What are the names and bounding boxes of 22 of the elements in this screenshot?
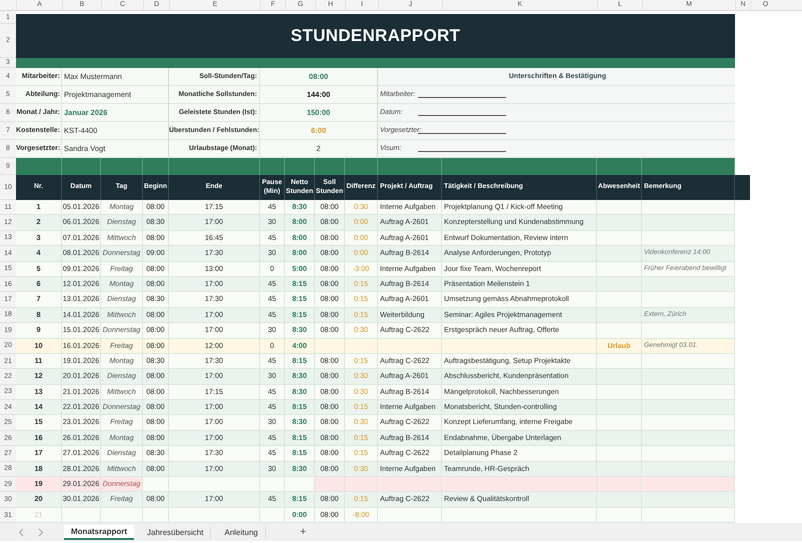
band-cell	[260, 158, 285, 175]
chevron-left-icon[interactable]	[18, 528, 24, 537]
band-cell	[378, 158, 442, 175]
band-cell	[143, 158, 169, 175]
signature-line[interactable]	[418, 97, 506, 98]
sheet-tab[interactable]: Monatsrapport	[64, 524, 134, 540]
band-cell	[16, 158, 62, 175]
sheet-tab[interactable]: Anleitung	[217, 526, 266, 539]
band-cell	[345, 158, 378, 175]
signature-line[interactable]	[418, 151, 506, 152]
signature-line[interactable]	[418, 133, 506, 134]
band-cell	[62, 158, 101, 175]
sheet-tab[interactable]: Jahresübersicht	[140, 526, 212, 539]
band-cell	[101, 158, 143, 175]
band-cell	[315, 158, 345, 175]
signature-line[interactable]	[418, 115, 506, 116]
band-cell	[597, 158, 642, 175]
band-cell	[285, 158, 315, 175]
chevron-right-icon[interactable]	[38, 528, 44, 537]
add-sheet-button[interactable]: +	[300, 526, 306, 538]
header-cell	[735, 175, 750, 200]
report-title: STUNDENRAPPORT	[290, 26, 460, 46]
